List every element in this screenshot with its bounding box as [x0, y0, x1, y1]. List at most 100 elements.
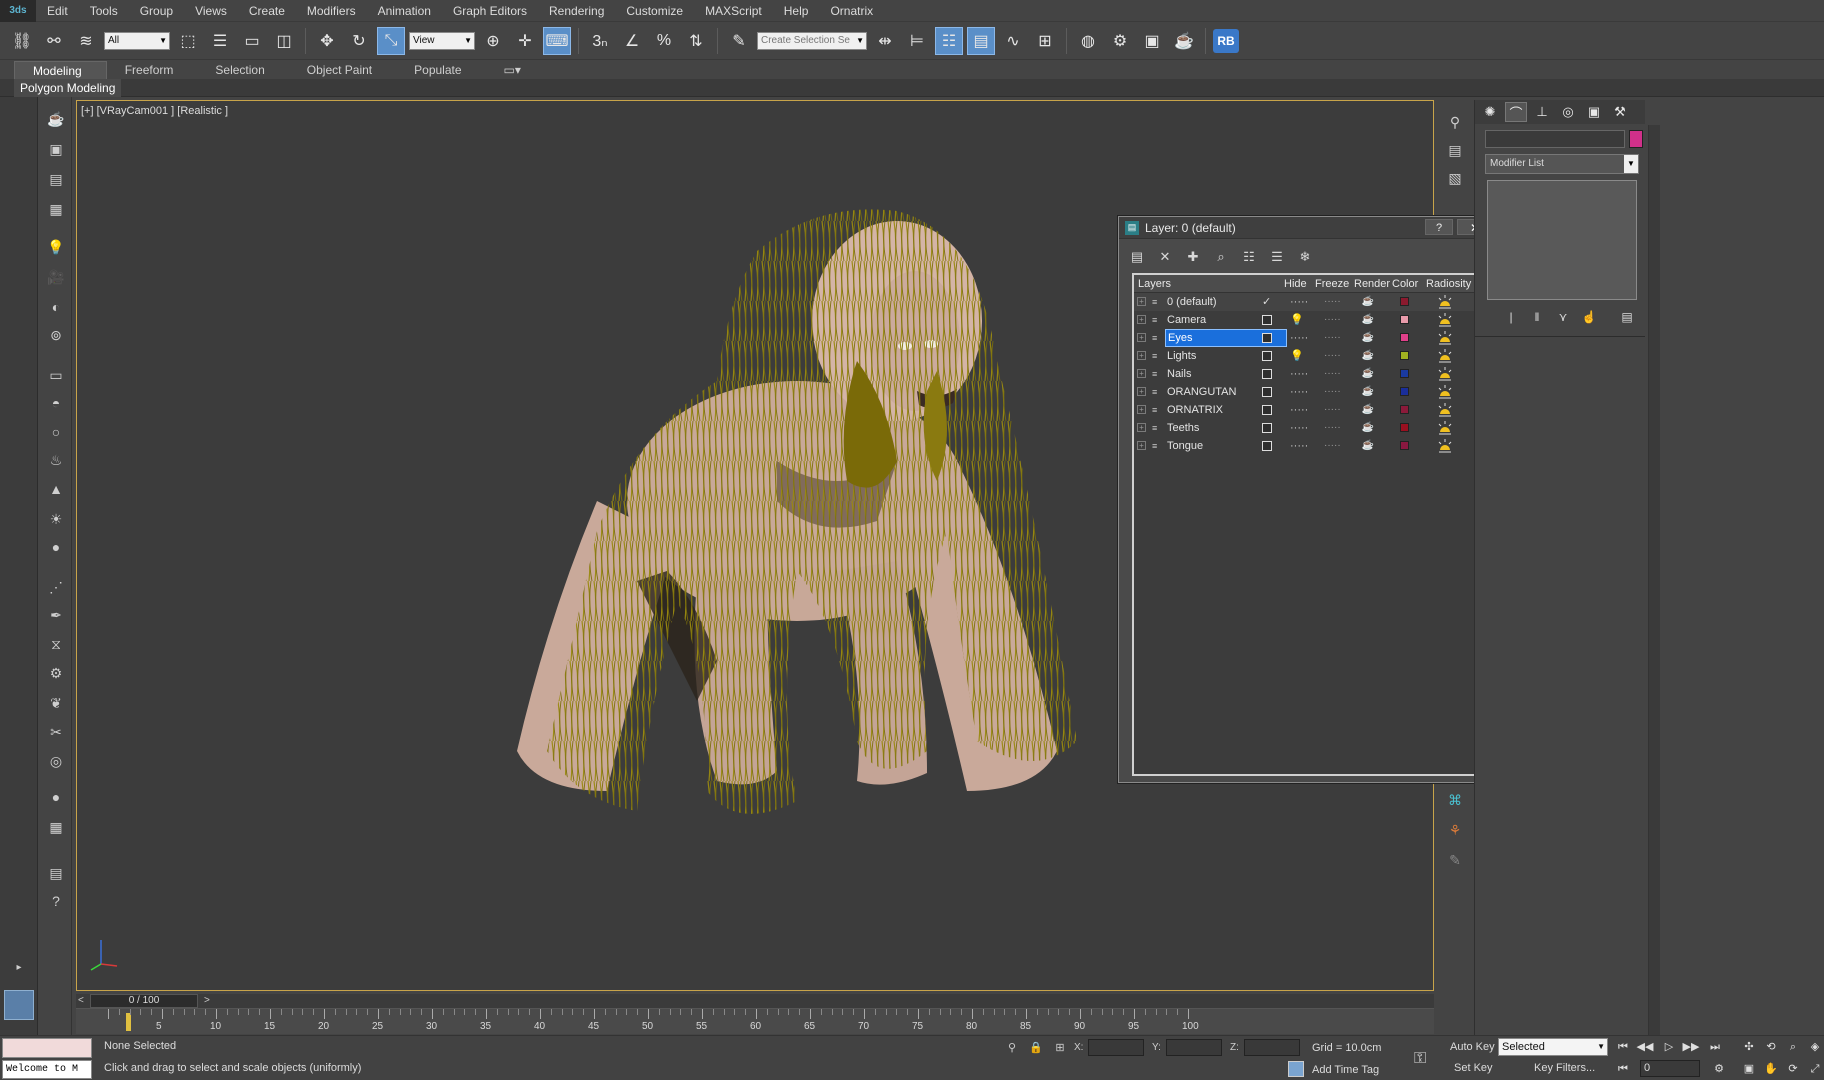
sun-icon[interactable]: ☀ — [45, 509, 67, 529]
freeze-toggle-icon[interactable]: ····· — [1324, 329, 1341, 347]
hierarchy-tab-icon[interactable]: ⊥ — [1531, 102, 1553, 122]
layer-row[interactable]: + ≡ Nails ····· ····· ☕ — [1134, 365, 1491, 383]
render-teapot-icon[interactable]: ☕ — [1361, 437, 1375, 455]
make-unique-icon[interactable]: ⋎ — [1553, 308, 1573, 326]
hair-tool-icon[interactable]: ✂ — [45, 722, 67, 742]
render-setup-icon[interactable]: ⚙ — [1106, 27, 1134, 55]
pivot-center-icon[interactable]: ⊕ — [479, 27, 507, 55]
render-teapot-icon[interactable]: ☕ — [1361, 383, 1375, 401]
tab-object-paint[interactable]: Object Paint — [289, 61, 396, 79]
guide-icon[interactable]: ⚘ — [1444, 820, 1466, 840]
render-teapot-icon[interactable]: ☕ — [1361, 311, 1375, 329]
layer-color-swatch[interactable] — [1400, 441, 1409, 450]
time-tag-icon[interactable] — [1288, 1061, 1304, 1077]
freeze-toggle-icon[interactable]: ····· — [1324, 311, 1341, 329]
current-layer-checkbox[interactable] — [1262, 315, 1272, 325]
freeze-toggle-icon[interactable]: ····· — [1324, 437, 1341, 455]
lightbulb-icon[interactable]: 💡 — [1290, 347, 1304, 365]
zoom-icon[interactable]: ⌕ — [1784, 1039, 1802, 1055]
time-config-icon[interactable]: ⚙ — [1710, 1061, 1728, 1077]
hide-toggle-icon[interactable]: ····· — [1290, 401, 1308, 419]
current-layer-checkbox[interactable] — [1262, 405, 1272, 415]
menu-group[interactable]: Group — [129, 0, 184, 22]
key-mode-dropdown[interactable]: Selected ▼ — [1498, 1038, 1608, 1056]
col-color[interactable]: Color — [1392, 275, 1418, 293]
disc-icon[interactable]: ● — [45, 537, 67, 557]
add-time-tag[interactable]: Add Time Tag — [1312, 1064, 1379, 1076]
lightbulb-icon[interactable]: 💡 — [1290, 311, 1304, 329]
goto-start-icon[interactable]: ⏮ — [1614, 1039, 1632, 1055]
list-icon[interactable]: ▤ — [45, 169, 67, 189]
add-to-layer-icon[interactable]: ✚ — [1183, 247, 1203, 267]
expand-arrow-icon[interactable]: ▸ — [8, 957, 30, 977]
object-color-swatch[interactable] — [1629, 130, 1643, 148]
mesh-icon[interactable]: ⧖ — [45, 634, 67, 654]
light-icon[interactable]: 💡 — [45, 237, 67, 257]
pan-icon[interactable]: ✣ — [1740, 1039, 1758, 1055]
isolate-icon[interactable]: ⚲ — [1004, 1040, 1020, 1056]
lock-icon[interactable]: 🔒 — [1028, 1040, 1044, 1056]
spot-icon[interactable]: ♨ — [45, 450, 67, 470]
key-mode-toggle-icon[interactable]: ⏮ — [1614, 1061, 1632, 1077]
panel-icon[interactable]: ▤ — [1444, 140, 1466, 160]
absolute-mode-icon[interactable]: ⊞ — [1052, 1040, 1068, 1056]
radiosity-icon[interactable] — [1437, 330, 1453, 346]
rotate-icon[interactable]: ↻ — [345, 27, 373, 55]
maxscript-mini-listener[interactable] — [2, 1038, 92, 1058]
object-name-field[interactable] — [1485, 130, 1625, 148]
maximize-viewport-icon[interactable]: ⤢ — [1806, 1061, 1824, 1077]
current-layer-checkbox[interactable] — [1262, 441, 1272, 451]
radiosity-icon[interactable] — [1437, 384, 1453, 400]
hide-all-icon[interactable]: ☰ — [1267, 247, 1287, 267]
current-frame-field[interactable]: 0 — [1640, 1060, 1700, 1077]
align-icon[interactable]: ⊨ — [903, 27, 931, 55]
curve-editor-icon[interactable]: ∿ — [999, 27, 1027, 55]
freeze-all-icon[interactable]: ❄ — [1295, 247, 1315, 267]
render-icon[interactable]: ▣ — [45, 139, 67, 159]
viewport-layout-icon[interactable] — [4, 990, 34, 1020]
sphere-icon[interactable]: ◎ — [45, 751, 67, 771]
pipette-icon[interactable]: ✒ — [45, 605, 67, 625]
maxscript-output[interactable]: Welcome to M — [2, 1060, 92, 1079]
layer-color-swatch[interactable] — [1400, 387, 1409, 396]
menu-views[interactable]: Views — [184, 0, 238, 22]
teapot-icon[interactable]: ☕ — [45, 109, 67, 129]
help-icon[interactable]: ? — [45, 891, 67, 911]
expand-icon[interactable]: + — [1137, 441, 1146, 450]
tab-modeling[interactable]: Modeling — [14, 61, 107, 79]
menu-graph-editors[interactable]: Graph Editors — [442, 0, 538, 22]
motion-tab-icon[interactable]: ◎ — [1557, 102, 1579, 122]
current-layer-checkbox[interactable] — [1262, 387, 1272, 397]
expand-icon[interactable]: + — [1137, 369, 1146, 378]
expand-icon[interactable]: + — [1137, 333, 1146, 342]
camera-icon[interactable]: 🎥 — [45, 267, 67, 287]
layer-color-swatch[interactable] — [1400, 315, 1409, 324]
expand-icon[interactable]: + — [1137, 297, 1146, 306]
layer-color-swatch[interactable] — [1400, 351, 1409, 360]
hand-pan-icon[interactable]: ✋ — [1762, 1061, 1780, 1077]
zoom-extents-icon[interactable]: ▣ — [1740, 1061, 1758, 1077]
ribbon-polygon-modeling[interactable]: Polygon Modeling — [14, 79, 122, 97]
time-slider-thumb[interactable]: 0 / 100 — [90, 994, 198, 1008]
time-slider[interactable]: < 0 / 100 > — [76, 994, 1434, 1008]
plant-icon[interactable]: ❦ — [45, 693, 67, 713]
app-logo[interactable]: 3ds — [0, 0, 36, 22]
dome-icon[interactable]: ◓ — [45, 393, 67, 413]
material-editor-icon[interactable]: ◍ — [1074, 27, 1102, 55]
display-tab-icon[interactable]: ▣ — [1583, 102, 1605, 122]
ref-coord-dropdown[interactable]: View ▼ — [409, 31, 475, 50]
col-layers[interactable]: Layers — [1138, 275, 1171, 293]
expand-icon[interactable]: + — [1137, 315, 1146, 324]
key-filters-button[interactable]: Key Filters... — [1534, 1062, 1595, 1074]
rect-selection-icon[interactable]: ▭ — [238, 27, 266, 55]
select-manipulate-icon[interactable]: ✛ — [511, 27, 539, 55]
col-render[interactable]: Render — [1354, 275, 1390, 293]
video-icon[interactable]: ⊚ — [45, 325, 67, 345]
col-radiosity[interactable]: Radiosity — [1426, 275, 1471, 293]
next-frame-icon[interactable]: > — [204, 994, 214, 1008]
current-layer-checkbox[interactable] — [1262, 333, 1272, 343]
configure-modifier-sets-icon[interactable]: ▤ — [1617, 308, 1637, 326]
stack-icon[interactable]: ▧ — [1444, 168, 1466, 188]
prev-frame-icon[interactable]: < — [78, 994, 88, 1008]
command-panel-scrollbar[interactable] — [1648, 125, 1660, 1035]
